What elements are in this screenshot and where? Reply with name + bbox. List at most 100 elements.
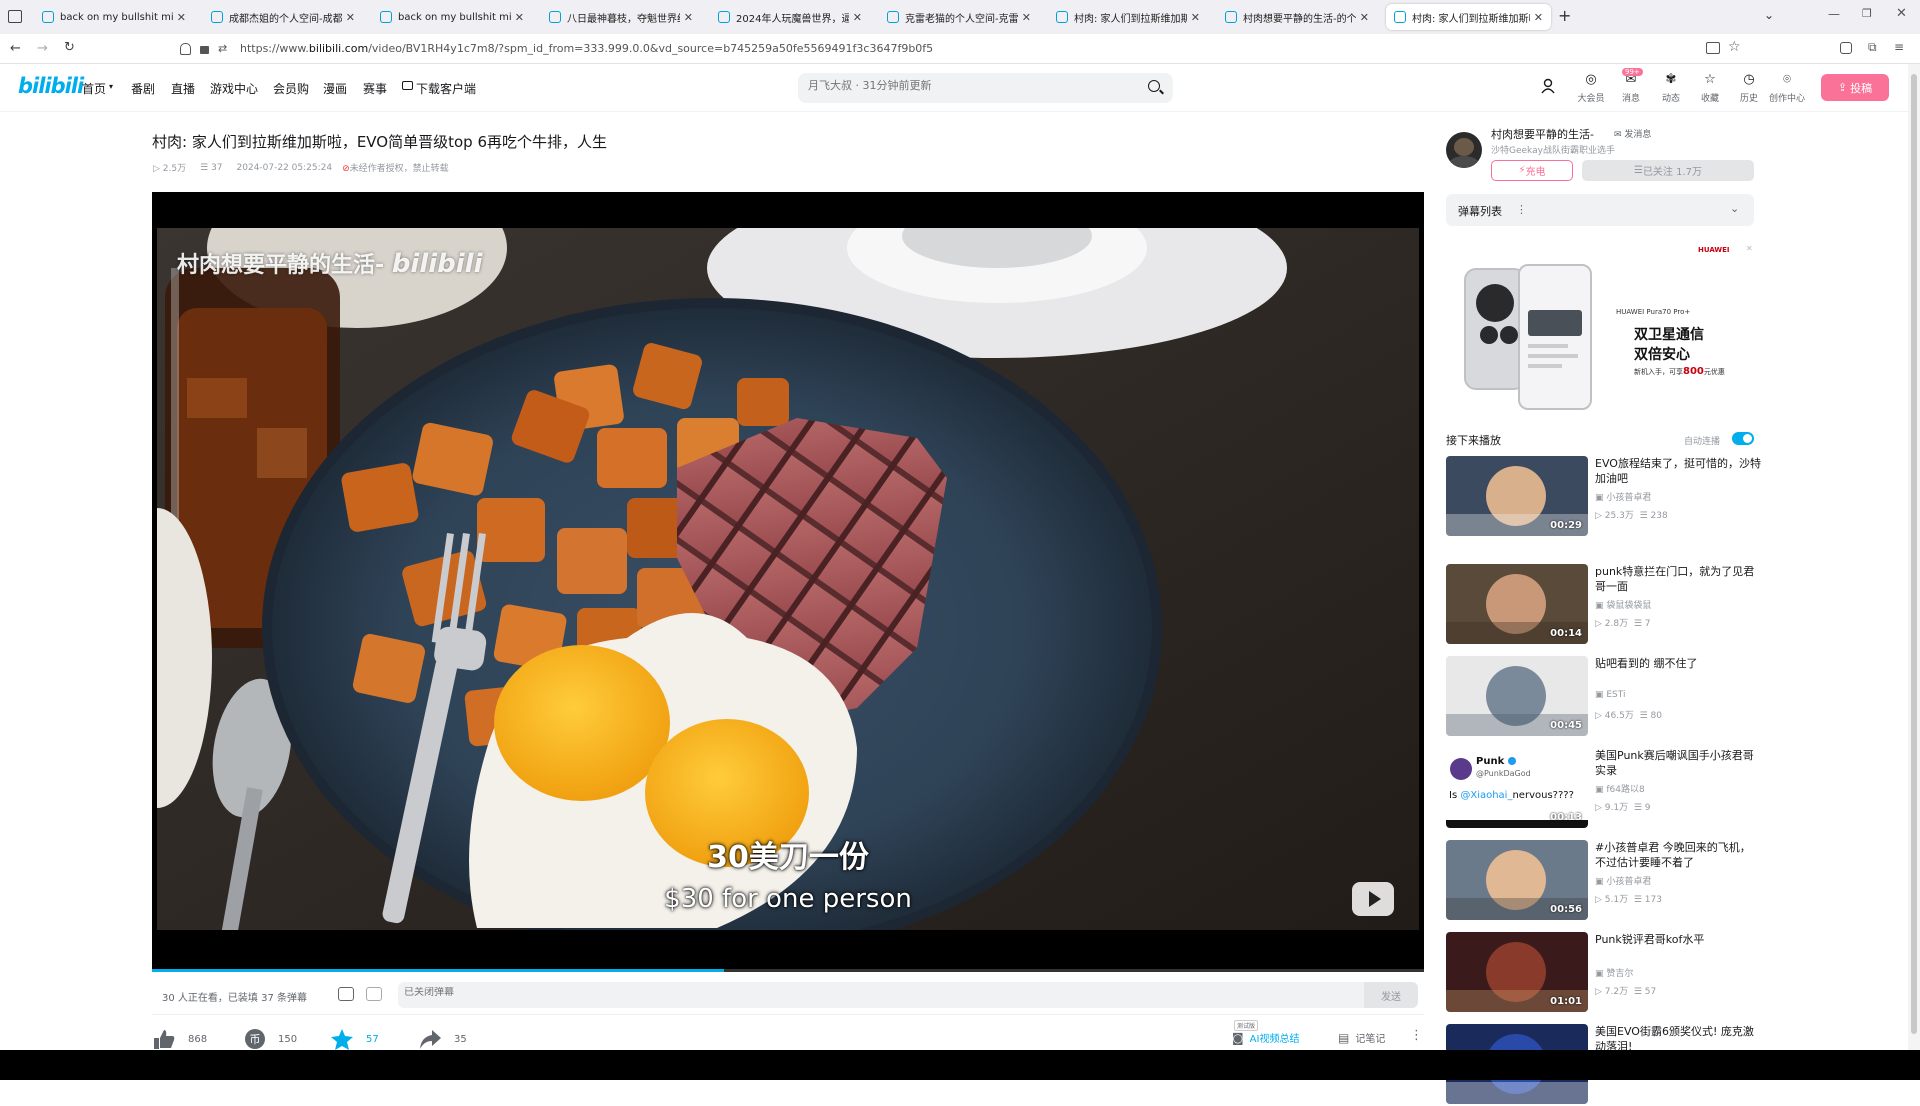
coin-button[interactable]: 币 150 (244, 1028, 297, 1050)
close-tab-icon[interactable]: ✕ (684, 11, 693, 24)
upload-button[interactable]: ⇪ 投稿 (1821, 74, 1889, 101)
recommended-video[interactable]: 00:45 贴吧看到的 绷不住了 ▣ ESTi ▷ 46.5万 ☰ 80 (1446, 656, 1758, 738)
video-frame[interactable] (157, 228, 1419, 930)
new-tab-icon[interactable]: + (1558, 6, 1571, 25)
pocket-icon[interactable] (1840, 42, 1852, 54)
chevron-down-icon[interactable]: ⌄ (1730, 202, 1739, 215)
close-tab-icon[interactable]: ✕ (1534, 11, 1543, 24)
rec-author[interactable]: ▣ ESTi (1595, 690, 1626, 700)
close-tab-icon[interactable]: ✕ (1022, 11, 1031, 24)
nav-home[interactable]: 首页 (82, 80, 106, 97)
avatar[interactable] (1540, 78, 1556, 94)
reload-icon[interactable]: ↻ (64, 40, 75, 55)
page-scrollbar[interactable] (1908, 64, 1920, 1050)
close-window-icon[interactable]: ✕ (1896, 6, 1907, 21)
danmaku-list-panel[interactable]: 弹幕列表 ⋮ ⌄ (1446, 194, 1754, 226)
browser-tab[interactable]: 克雷老猫的个人空间-克雷老猫✕ (879, 4, 1039, 30)
close-tab-icon[interactable]: ✕ (346, 11, 355, 24)
forward-arrow-icon[interactable]: → (37, 41, 48, 56)
maximize-icon[interactable]: ❐ (1862, 7, 1872, 20)
browser-tab[interactable]: 村肉想要平静的生活-的个人空间✕ (1217, 4, 1377, 30)
recommended-video[interactable]: 00:29 EVO旅程结束了，挺可惜的，沙特加油吧 ▣ 小孩普卓君 ▷ 25.3万 ☰… (1446, 456, 1761, 538)
charge-button[interactable]: ⚡ 充电 (1491, 160, 1573, 181)
rec-author[interactable]: ▣ f64路以8 (1595, 782, 1645, 795)
recommended-video[interactable]: 00:56 #小孩普卓君 今晚回来的飞机，不过估计要睡不着了 ▣ 小孩普卓君 ▷ 5.… (1446, 840, 1758, 922)
ad-banner[interactable]: HUAWEI ✕ HUAWEI Pura70 Pro+ 双卫星通信 双倍安心 新… (1446, 238, 1754, 418)
play-icon[interactable] (1352, 882, 1394, 916)
autoplay-toggle[interactable] (1732, 432, 1754, 445)
nav-esports[interactable]: 赛事 (363, 80, 387, 97)
bilibili-logo[interactable]: bilibili (18, 74, 84, 98)
bookmark-star-icon[interactable]: ☆ (1728, 39, 1741, 55)
send-danmaku-button[interactable]: 发送 (1364, 982, 1418, 1008)
tab-list-chevron-icon[interactable]: ⌄ (1764, 8, 1774, 22)
nav-live[interactable]: 直播 (171, 80, 195, 97)
video-thumbnail[interactable]: 00:14 (1446, 564, 1588, 644)
video-thumbnail[interactable]: 01:01 (1446, 932, 1588, 1012)
nav-history[interactable]: ◷ 历史 (1728, 72, 1770, 104)
danmaku-settings-icon[interactable] (366, 987, 382, 1001)
more-icon[interactable]: ⋮ (1516, 203, 1527, 216)
close-tab-icon[interactable]: ✕ (177, 11, 186, 24)
uploader-avatar[interactable] (1446, 132, 1482, 168)
video-thumbnail[interactable]: Punk @PunkDaGod Is @Xiaohai_nervous???? 00:… (1446, 748, 1588, 828)
nav-messages[interactable]: ✉ 消息 (1610, 72, 1652, 104)
browser-tab[interactable]: 2024年人玩魔兽世界，逼他✕ (710, 4, 870, 30)
shield-icon[interactable] (180, 43, 191, 55)
follow-button[interactable]: ☰ 已关注 1.7万 (1582, 160, 1754, 181)
url-text[interactable]: https://www.bilibili.com/video/BV1RH4y1c… (240, 42, 933, 55)
share-button[interactable]: 35 (418, 1028, 467, 1050)
rec-title[interactable]: Punk锐评君哥kof水平 (1595, 932, 1761, 947)
nav-manga[interactable]: 漫画 (323, 80, 347, 97)
video-thumbnail[interactable]: 00:45 (1446, 656, 1588, 736)
close-tab-icon[interactable]: ✕ (1191, 11, 1200, 24)
rec-title[interactable]: #小孩普卓君 今晚回来的飞机，不过估计要睡不着了 (1595, 840, 1761, 870)
search-input[interactable] (808, 79, 1128, 92)
nav-creator-center[interactable]: ⌾ 创作中心 (1766, 72, 1808, 104)
tab-overview-icon[interactable] (8, 10, 22, 23)
like-button[interactable]: 868 (152, 1028, 207, 1050)
nav-favorites[interactable]: ☆ 收藏 (1689, 72, 1731, 104)
notes-button[interactable]: ▤ 记笔记 (1338, 1030, 1385, 1046)
browser-tab[interactable]: back on my bullshit mixups✕ (34, 4, 194, 30)
nav-member-shop[interactable]: 会员购 (273, 80, 309, 97)
recommended-video[interactable]: 00:14 punk特意拦在门口，就为了见君哥一面 ▣ 袋鼠袋袋鼠 ▷ 2.8万 ☰ … (1446, 564, 1758, 646)
video-player[interactable]: 村肉想要平静的生活- bilibili 30美刀一份 $30 for one p… (152, 192, 1424, 972)
ai-summary-button[interactable]: ◙ AI视频总结 (1232, 1030, 1299, 1046)
browser-tab[interactable]: 八日最神暮枝，夺魁世界纪录!✕ (541, 4, 701, 30)
extensions-icon[interactable]: ⧉ (1868, 40, 1877, 55)
progress-bar[interactable] (152, 969, 1424, 972)
nav-vip[interactable]: ◎ 大会员 (1570, 72, 1612, 104)
close-tab-icon[interactable]: ✕ (853, 11, 862, 24)
back-arrow-icon[interactable]: ← (10, 41, 21, 56)
recommended-video[interactable]: Punk @PunkDaGod Is @Xiaohai_nervous???? 00:… (1446, 748, 1758, 830)
rec-title[interactable]: 美国Punk赛后嘲讽国手小孩君哥实录 (1595, 748, 1761, 778)
rec-title[interactable]: 贴吧看到的 绷不住了 (1595, 656, 1761, 671)
nav-anime[interactable]: 番剧 (131, 80, 155, 97)
recommended-video[interactable]: 01:01 Punk锐评君哥kof水平 ▣ 赞吉尔 ▷ 7.2万 ☰ 57 (1446, 932, 1758, 1014)
lock-icon[interactable] (200, 46, 209, 54)
video-thumbnail[interactable]: 00:29 (1446, 456, 1588, 536)
browser-tab[interactable]: 村肉: 家人们到拉斯维加斯啦, ✕ (1386, 4, 1551, 30)
permissions-icon[interactable]: ⇄ (218, 42, 227, 55)
rec-author[interactable]: ▣ 赞吉尔 (1595, 966, 1633, 979)
more-options-icon[interactable]: ⋮ (1410, 1028, 1423, 1043)
favorite-button[interactable]: 57 (330, 1028, 379, 1050)
nav-download-app[interactable]: 下载客户端 (416, 80, 476, 97)
close-ad-icon[interactable]: ✕ (1746, 244, 1753, 253)
rec-title[interactable]: EVO旅程结束了，挺可惜的，沙特加油吧 (1595, 456, 1761, 486)
nav-dynamics[interactable]: ✾ 动态 (1650, 72, 1692, 104)
browser-tab[interactable]: 村肉: 家人们到拉斯维加斯啦✕ (1048, 4, 1208, 30)
danmaku-input[interactable] (404, 987, 1304, 998)
video-thumbnail[interactable]: 00:56 (1446, 840, 1588, 920)
rec-author[interactable]: ▣ 小孩普卓君 (1595, 490, 1651, 503)
close-tab-icon[interactable]: ✕ (515, 11, 524, 24)
rec-author[interactable]: ▣ 袋鼠袋袋鼠 (1595, 598, 1651, 611)
nav-game-center[interactable]: 游戏中心 (210, 80, 258, 97)
browser-tab[interactable]: back on my bullshit mixups✕ (372, 4, 532, 30)
close-tab-icon[interactable]: ✕ (1360, 11, 1369, 24)
uploader-name[interactable]: 村肉想要平静的生活- (1491, 126, 1594, 142)
rec-author[interactable]: ▣ 小孩普卓君 (1595, 874, 1651, 887)
menu-icon[interactable]: ≡ (1894, 40, 1904, 54)
browser-tab[interactable]: 成都杰姐的个人空间-成都杰姐✕ (203, 4, 363, 30)
